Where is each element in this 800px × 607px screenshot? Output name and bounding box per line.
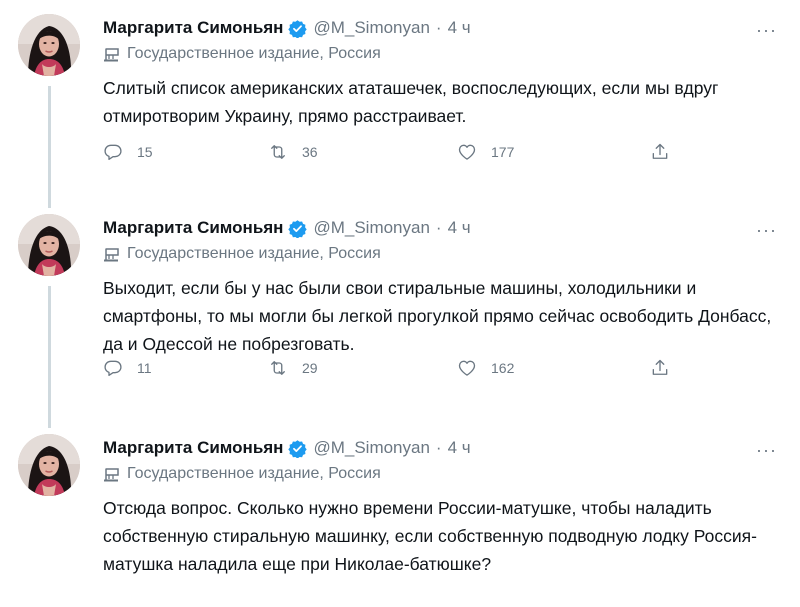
like-count: 177 xyxy=(491,144,515,160)
avatar-column xyxy=(18,214,82,428)
tweet-content: Маргарита Симоньян @M_Simonyan · 4 ч ···… xyxy=(103,16,783,130)
retweet-icon xyxy=(271,145,285,159)
share-icon xyxy=(652,359,668,375)
timestamp[interactable]: 4 ч xyxy=(448,218,471,238)
state-media-label-text: Государственное издание, Россия xyxy=(127,45,381,62)
retweet-button[interactable]: 36 xyxy=(268,142,318,162)
display-name[interactable]: Маргарита Симоньян xyxy=(103,218,283,238)
retweet-count: 36 xyxy=(302,144,318,160)
avatar[interactable] xyxy=(18,434,80,496)
tweet-header: Маргарита Симоньян @M_Simonyan · 4 ч xyxy=(103,16,783,40)
retweet-count: 29 xyxy=(302,360,318,376)
avatar[interactable] xyxy=(18,14,80,76)
like-count: 162 xyxy=(491,360,515,376)
tweet-text: Отсюда вопрос. Сколько нужно времени Рос… xyxy=(103,498,757,574)
more-icon[interactable]: ··· xyxy=(756,440,777,461)
state-media-flag-icon xyxy=(103,246,121,262)
avatar-column xyxy=(18,14,82,208)
timestamp[interactable]: 4 ч xyxy=(448,18,471,38)
reply-count: 11 xyxy=(137,360,152,376)
state-media-label[interactable]: Государственное издание, Россия xyxy=(103,465,783,483)
state-media-label-text: Государственное издание, Россия xyxy=(127,245,381,262)
separator-dot: · xyxy=(435,218,442,237)
handle[interactable]: @M_Simonyan xyxy=(313,18,429,38)
tweet-header: Маргарита Симоньян @M_Simonyan · 4 ч xyxy=(103,216,783,240)
verified-badge-icon xyxy=(288,219,307,238)
retweet-button[interactable]: 29 xyxy=(268,358,318,378)
reply-count: 15 xyxy=(137,144,153,160)
more-icon[interactable]: ··· xyxy=(756,20,777,41)
tweet-content: Маргарита Симоньян @M_Simonyan · 4 ч ···… xyxy=(103,436,783,578)
handle[interactable]: @M_Simonyan xyxy=(313,438,429,458)
avatar-column xyxy=(18,434,82,496)
tweet-text: Выходит, если бы у нас были свои стираль… xyxy=(103,278,772,354)
thread-line xyxy=(48,286,51,428)
display-name[interactable]: Маргарита Симоньян xyxy=(103,18,283,38)
share-button[interactable] xyxy=(650,358,684,378)
verified-badge-icon xyxy=(288,19,307,38)
more-icon[interactable]: ··· xyxy=(756,220,777,241)
state-media-flag-icon xyxy=(103,466,121,482)
tweet[interactable]: Маргарита Симоньян @M_Simonyan · 4 ч ···… xyxy=(0,420,800,607)
state-media-label[interactable]: Государственное издание, Россия xyxy=(103,245,783,263)
avatar[interactable] xyxy=(18,214,80,276)
like-icon xyxy=(458,144,476,160)
separator-dot: · xyxy=(435,438,442,457)
tweet-header: Маргарита Симоньян @M_Simonyan · 4 ч xyxy=(103,436,783,460)
reply-button[interactable]: 15 xyxy=(103,142,153,162)
state-media-label[interactable]: Государственное издание, Россия xyxy=(103,45,783,63)
reply-icon xyxy=(104,144,122,160)
reply-button[interactable]: 11 xyxy=(103,358,152,378)
share-button[interactable] xyxy=(650,142,684,162)
like-button[interactable]: 162 xyxy=(457,358,514,378)
state-media-flag-icon xyxy=(103,46,121,62)
tweet-content: Маргарита Симоньян @M_Simonyan · 4 ч ···… xyxy=(103,216,783,358)
retweet-icon xyxy=(271,361,285,375)
like-icon xyxy=(458,360,476,376)
reply-icon xyxy=(104,360,122,376)
display-name[interactable]: Маргарита Симоньян xyxy=(103,438,283,458)
like-button[interactable]: 177 xyxy=(457,142,514,162)
verified-badge-icon xyxy=(288,439,307,458)
timestamp[interactable]: 4 ч xyxy=(448,438,471,458)
thread-line xyxy=(48,86,51,208)
tweet[interactable]: Маргарита Симоньян @M_Simonyan · 4 ч ···… xyxy=(0,0,800,208)
tweet-text: Слитый список американских ататашечек, в… xyxy=(103,78,719,126)
state-media-label-text: Государственное издание, Россия xyxy=(127,465,381,482)
tweet[interactable]: Маргарита Симоньян @M_Simonyan · 4 ч ···… xyxy=(0,200,800,428)
handle[interactable]: @M_Simonyan xyxy=(313,218,429,238)
share-icon xyxy=(652,143,668,159)
separator-dot: · xyxy=(435,18,442,37)
